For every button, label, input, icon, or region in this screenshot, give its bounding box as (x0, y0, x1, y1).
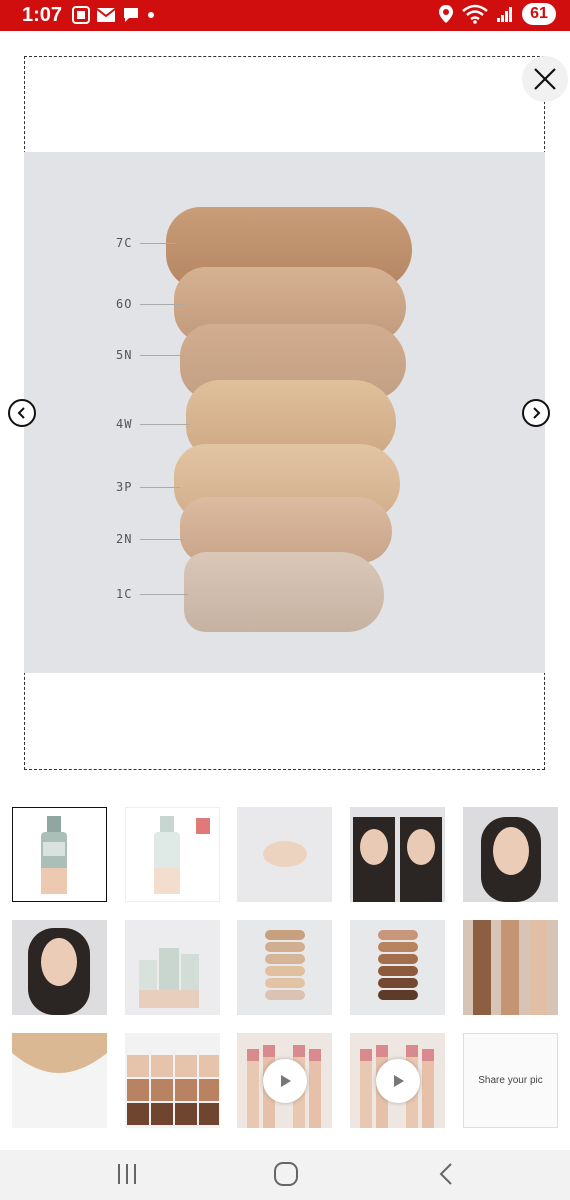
recent-apps-icon[interactable] (114, 1160, 140, 1188)
shade-label: 4W (116, 417, 133, 431)
swatches-image (265, 930, 305, 1000)
shade-line (140, 594, 188, 595)
thumbnail-video-2[interactable] (350, 1033, 445, 1128)
system-icons: 61 (438, 3, 556, 25)
shade-line (140, 487, 180, 488)
wifi-icon (462, 4, 488, 24)
status-bar: 1:07 61 (0, 0, 570, 31)
shade-line (140, 355, 186, 356)
dot-icon (148, 12, 154, 18)
thumbnail-shade-grid[interactable] (125, 1033, 220, 1128)
shade-grid-image (127, 1055, 219, 1125)
thumbnail-model-2[interactable] (12, 920, 107, 1015)
status-time: 1:07 (22, 4, 63, 26)
notification-icons (72, 6, 156, 24)
previous-image-button[interactable] (8, 399, 36, 427)
screenshot-icon (72, 6, 90, 24)
chat-icon (124, 8, 138, 22)
shade-label: 2N (116, 532, 133, 546)
shade-line (140, 539, 184, 540)
product-bottle-award-image (154, 816, 210, 894)
swatch-1c (184, 552, 384, 632)
battery-indicator: 61 (522, 3, 556, 25)
close-button[interactable] (522, 56, 568, 102)
share-your-pic-label: Share your pic (478, 1075, 543, 1086)
model-comparison-image (353, 817, 442, 902)
texture-image (12, 1033, 107, 1073)
model-portrait-2-image (28, 928, 90, 1015)
mail-icon (96, 8, 116, 22)
shade-label: 3P (116, 480, 133, 494)
thumbnail-before-after[interactable] (350, 807, 445, 902)
thumbnail-model[interactable] (463, 807, 558, 902)
close-icon (534, 68, 556, 90)
thumbnail-swatch-single[interactable] (237, 807, 332, 902)
thumbnail-video-1[interactable] (237, 1033, 332, 1128)
thumbnail-swatches-deep[interactable] (350, 920, 445, 1015)
shade-label: 6O (116, 297, 133, 311)
chevron-left-icon (17, 407, 25, 419)
back-icon[interactable] (436, 1160, 456, 1188)
shade-line (140, 243, 176, 244)
next-image-button[interactable] (522, 399, 550, 427)
bottle-group-image (139, 948, 199, 1008)
arm-swatches-image (473, 920, 547, 1015)
shade-label: 1C (116, 587, 133, 601)
play-icon (394, 1075, 404, 1087)
thumbnail-arm-swatches[interactable] (463, 920, 558, 1015)
play-button[interactable] (376, 1059, 420, 1103)
system-navigation-bar (0, 1150, 570, 1200)
thumbnail-bottle-group[interactable] (125, 920, 220, 1015)
thumbnail-texture[interactable] (12, 1033, 107, 1128)
single-swatch-image (263, 841, 307, 867)
main-product-image[interactable]: 7C 6O 5N 4W 3P 2N 1C (24, 152, 545, 673)
model-portrait-image (481, 817, 541, 902)
play-icon (281, 1075, 291, 1087)
location-icon (439, 5, 453, 23)
signal-icon (497, 7, 512, 22)
thumbnail-bottle[interactable] (12, 807, 107, 902)
swatches-deep-image (378, 930, 418, 1000)
share-your-pic-button[interactable]: Share your pic (463, 1033, 558, 1128)
shade-label: 5N (116, 348, 133, 362)
shade-line (140, 304, 184, 305)
shade-label: 7C (116, 236, 133, 250)
thumbnail-swatches[interactable] (237, 920, 332, 1015)
chevron-right-icon (533, 407, 541, 419)
product-bottle-image (41, 816, 67, 894)
shade-line (140, 424, 190, 425)
play-button[interactable] (263, 1059, 307, 1103)
thumbnail-bottle-award[interactable] (125, 807, 220, 902)
home-icon[interactable] (272, 1160, 300, 1188)
